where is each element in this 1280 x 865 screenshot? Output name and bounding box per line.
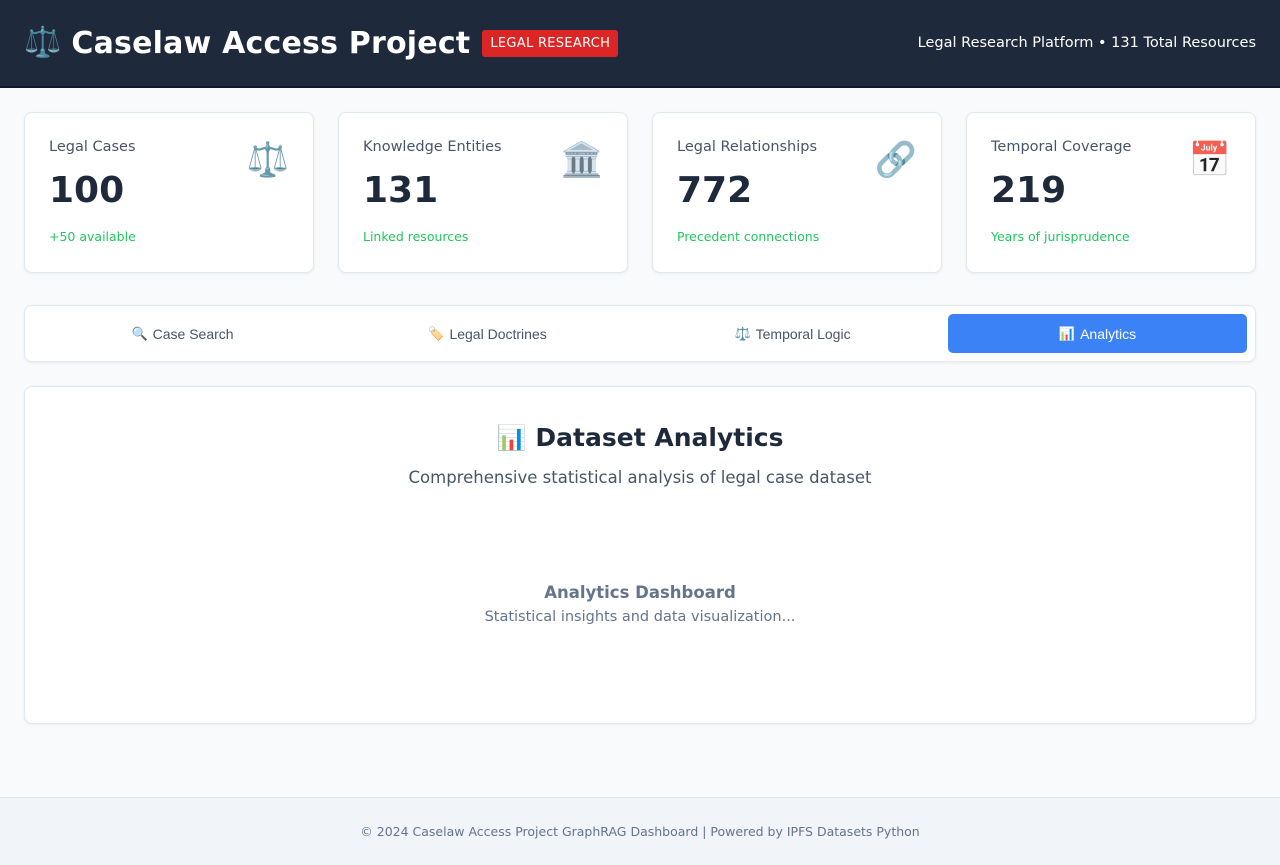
tab-label: Analytics <box>1080 325 1137 342</box>
courthouse-icon: 🏛️ <box>560 140 603 180</box>
bar-chart-icon: 📊 <box>1058 325 1076 341</box>
tab-label: Case Search <box>152 325 234 342</box>
app-header: ⚖️ Caselaw Access Project LEGAL RESEARCH… <box>0 0 1280 88</box>
calendar-icon: 📅 <box>1188 140 1231 180</box>
tab-label: Temporal Logic <box>755 325 851 342</box>
bar-chart-icon: 📊 <box>496 423 527 452</box>
stats-row: Legal Cases 100 +50 available ⚖️ Knowled… <box>24 112 1256 273</box>
tab-label: Legal Doctrines <box>449 325 547 342</box>
stat-note: +50 available <box>49 228 136 244</box>
scales-icon: ⚖️ <box>24 25 62 60</box>
tab-legal-doctrines[interactable]: 🏷️ Legal Doctrines <box>338 314 637 353</box>
panel-subtitle: Comprehensive statistical analysis of le… <box>408 468 872 487</box>
page-footer: © 2024 Caselaw Access Project GraphRAG D… <box>0 797 1280 865</box>
stat-card-knowledge-entities: Knowledge Entities 131 Linked resources … <box>338 112 628 273</box>
footer-text: © 2024 Caselaw Access Project GraphRAG D… <box>360 824 920 839</box>
stat-note: Linked resources <box>363 228 469 244</box>
panel-title-text: Dataset Analytics <box>535 423 784 452</box>
link-icon: 🔗 <box>874 140 917 180</box>
tag-icon: 🏷️ <box>428 325 445 341</box>
tab-temporal-logic[interactable]: ⚖️ Temporal Logic <box>643 314 942 353</box>
stat-card-temporal-coverage: Temporal Coverage 219 Years of jurisprud… <box>966 112 1256 273</box>
tab-analytics[interactable]: 📊 Analytics <box>948 314 1247 353</box>
analytics-placeholder-text: Statistical insights and data visualizat… <box>484 609 796 625</box>
search-icon: 🔍 <box>131 325 148 341</box>
analytics-panel: 📊 Dataset Analytics Comprehensive statis… <box>24 386 1256 724</box>
panel-title: 📊 Dataset Analytics <box>25 423 1255 452</box>
stat-note: Precedent connections <box>677 228 820 244</box>
header-resource-summary: Legal Research Platform • 131 Total Reso… <box>917 35 1256 51</box>
tab-bar: 🔍 Case Search 🏷️ Legal Doctrines ⚖️ Temp… <box>24 305 1256 362</box>
stat-card-legal-cases: Legal Cases 100 +50 available ⚖️ <box>24 112 314 273</box>
scales-icon: ⚖️ <box>246 140 289 180</box>
legal-research-badge: LEGAL RESEARCH <box>482 29 619 57</box>
stat-card-legal-relationships: Legal Relationships 772 Precedent connec… <box>652 112 942 273</box>
scales-icon: ⚖️ <box>734 325 751 341</box>
tab-case-search[interactable]: 🔍 Case Search <box>33 314 332 353</box>
analytics-placeholder-title: Analytics Dashboard <box>544 583 736 602</box>
brand: ⚖️ Caselaw Access Project LEGAL RESEARCH <box>24 25 619 61</box>
stat-note: Years of jurisprudence <box>991 228 1130 244</box>
app-title: Caselaw Access Project <box>71 25 471 61</box>
